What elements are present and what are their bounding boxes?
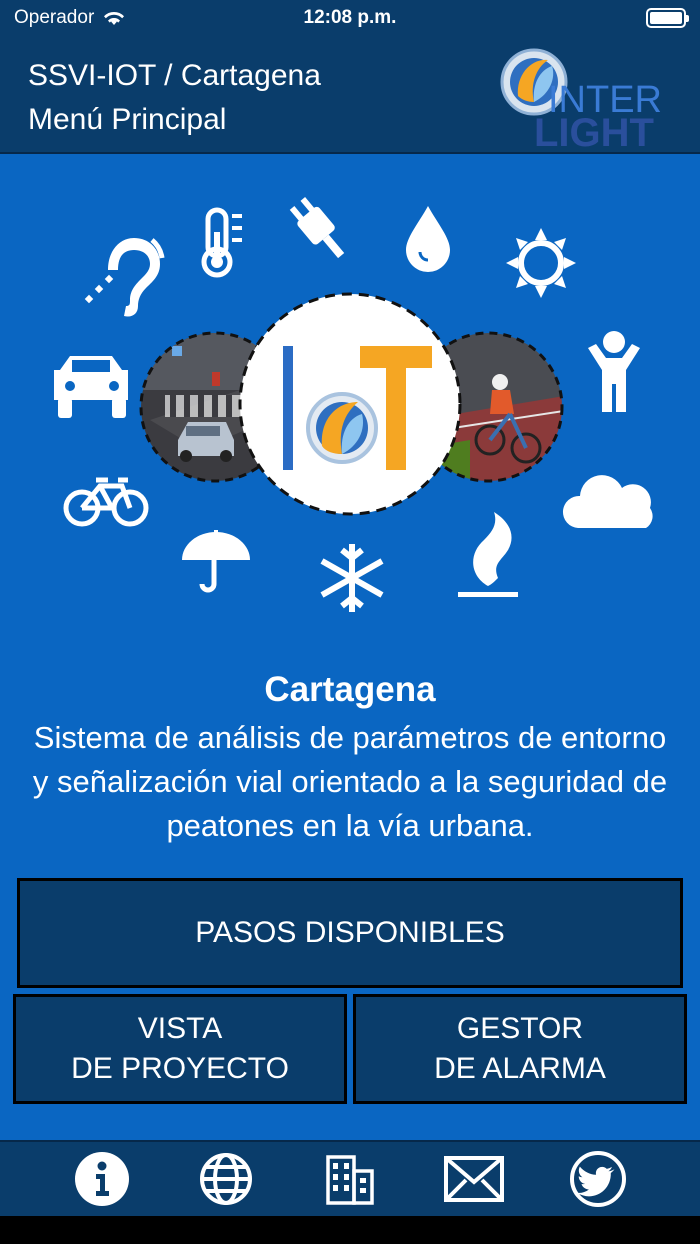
available-crossings-button[interactable]: PASOS DISPONIBLES: [17, 878, 683, 988]
app-header: SSVI-IOT / Cartagena Menú Principal INTE…: [0, 36, 700, 154]
logo-text-bottom: LIGHT: [534, 111, 654, 148]
project-description: Sistema de análisis de parámetros de ent…: [32, 720, 668, 843]
available-crossings-label: PASOS DISPONIBLES: [195, 916, 505, 949]
header-title: SSVI-IOT / Cartagena Menú Principal: [28, 54, 321, 142]
snowflake-icon: [320, 544, 384, 612]
mail-icon[interactable]: [442, 1147, 506, 1211]
thermometer-icon: [201, 207, 242, 278]
alarm-manager-button[interactable]: GESTOR DE ALARMA: [353, 994, 687, 1104]
carrier-label: Operador: [14, 7, 95, 28]
city-title: Cartagena: [264, 670, 436, 709]
info-icon[interactable]: [70, 1147, 134, 1211]
building-icon[interactable]: [318, 1147, 382, 1211]
header-title-line1: SSVI-IOT / Cartagena: [28, 59, 321, 92]
home-indicator-area: [0, 1216, 700, 1244]
project-view-label-line2: DE PROYECTO: [71, 1052, 289, 1085]
header-title-line2: Menú Principal: [28, 103, 227, 136]
alarm-manager-label: GESTOR DE ALARMA: [434, 1009, 606, 1089]
globe-icon[interactable]: [194, 1147, 258, 1211]
project-view-button[interactable]: VISTA DE PROYECTO: [13, 994, 347, 1104]
umbrella-icon: [182, 530, 250, 593]
alarm-manager-label-line1: GESTOR: [456, 1012, 584, 1045]
project-view-label: VISTA DE PROYECTO: [71, 1009, 289, 1089]
sun-icon: [506, 228, 576, 298]
status-left: Operador: [14, 7, 126, 29]
car-icon: [54, 356, 128, 418]
bicycle-icon: [63, 477, 149, 527]
wifi-icon: [104, 12, 125, 25]
twitter-icon[interactable]: [566, 1147, 630, 1211]
flame-icon: [458, 512, 518, 597]
hearing-icon: [84, 238, 165, 317]
battery-icon: [646, 8, 689, 28]
bottom-tab-bar: [0, 1140, 700, 1216]
iot-center-logo: [238, 292, 462, 516]
status-bar: Operador 12:08 p.m.: [0, 0, 700, 36]
person-icon: [588, 331, 640, 412]
water-drop-icon: [406, 206, 450, 272]
hero-illustration: [54, 197, 653, 612]
project-view-label-line1: VISTA: [137, 1012, 223, 1045]
interlight-logo: INTER LIGHT: [500, 48, 662, 148]
plug-icon: [289, 197, 345, 259]
alarm-manager-label-line2: DE ALARMA: [434, 1052, 606, 1085]
cloud-icon: [562, 475, 653, 528]
